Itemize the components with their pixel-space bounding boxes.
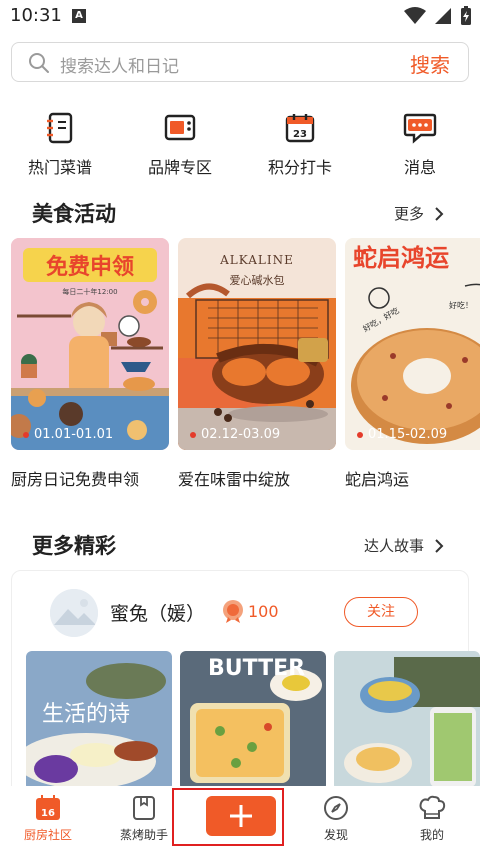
quick-link-messages[interactable]: 消息: [360, 110, 480, 180]
event-illustration: ALKALINE 爱心碱水包: [178, 238, 336, 450]
search-button[interactable]: 搜索: [410, 49, 450, 78]
photo-caption: BUTTER: [208, 656, 305, 681]
tab-discover[interactable]: 发现: [288, 786, 384, 852]
event-card[interactable]: ALKALINE 爱心碱水包 02.12-03.09 爱在味雷中绽放: [178, 238, 336, 490]
quick-links: 热门菜谱 品牌专区 23 积分打卡 消息: [0, 110, 480, 180]
story-photos: 生活的诗 BUTTER: [26, 651, 480, 791]
svg-text:蛇启鸿运: 蛇启鸿运: [353, 244, 449, 272]
search-bar[interactable]: 搜索达人和日记 搜索: [11, 42, 469, 82]
points-value: 100: [248, 601, 279, 621]
recipe-book-icon: [42, 110, 78, 146]
event-date: 01.01-01.01: [23, 427, 113, 442]
signal-icon: [435, 8, 451, 24]
svg-text:23: 23: [293, 129, 307, 140]
more-label: 更多: [393, 205, 424, 223]
calendar-icon: 16: [34, 794, 62, 822]
banner-subtext: 爱心碱水包: [230, 274, 285, 287]
calendar-icon: 23: [282, 110, 318, 146]
battery-icon: [461, 6, 471, 25]
event-illustration: 蛇启鸿运 好吃，好吃 好吃！: [345, 238, 480, 450]
event-date: 02.12-03.09: [190, 427, 280, 442]
notification-icon: A: [72, 9, 86, 23]
points-badge: 100: [222, 599, 279, 623]
follow-button[interactable]: 关注: [344, 597, 418, 627]
status-icons: [404, 6, 472, 26]
message-icon: [402, 110, 438, 146]
tab-label: 发现: [323, 828, 348, 842]
event-image: ALKALINE 爱心碱水包 02.12-03.09: [178, 238, 336, 450]
section-title-food-events: 美食活动: [32, 202, 116, 226]
chevron-right-icon: [435, 206, 444, 221]
more-label: 达人故事: [363, 537, 424, 555]
event-title: 爱在味雷中绽放: [178, 470, 291, 489]
food-events-carousel[interactable]: 免费申领 每日二十年12:00 01.01-01.01 厨房日记免费申领 ALK…: [11, 238, 480, 498]
story-photo[interactable]: [334, 651, 480, 791]
quick-link-brands[interactable]: 品牌专区: [120, 110, 240, 180]
tab-kitchen-community[interactable]: 16 厨房社区: [0, 786, 96, 852]
add-button-highlight: [172, 788, 284, 846]
medal-icon: [223, 600, 243, 623]
section-title-more-highlights: 更多精彩: [32, 534, 116, 558]
expert-stories-link[interactable]: 达人故事: [364, 535, 444, 556]
event-image: 蛇启鸿运 好吃，好吃 好吃！ 01.15-02.09: [345, 238, 480, 450]
quick-link-label: 消息: [403, 158, 436, 177]
banner-text: ALKALINE: [219, 253, 294, 267]
event-title: 厨房日记免费申领: [11, 470, 140, 489]
event-title: 蛇启鸿运: [345, 470, 410, 489]
avatar[interactable]: [50, 589, 98, 637]
tab-mine[interactable]: 我的: [384, 786, 480, 852]
quick-link-label: 热门菜谱: [27, 158, 92, 177]
event-illustration: 免费申领 每日二十年12:00: [11, 238, 169, 450]
svg-text:每日二十年12:00: 每日二十年12:00: [62, 287, 117, 296]
tab-label: 蒸烤助手: [119, 828, 168, 842]
wifi-icon: [404, 7, 426, 24]
add-post-button[interactable]: [206, 796, 276, 836]
chef-hat-icon: [418, 794, 446, 822]
username[interactable]: 蜜兔（媛）: [110, 599, 205, 626]
chevron-right-icon: [435, 538, 444, 553]
tab-label: 厨房社区: [23, 828, 72, 842]
event-image: 免费申领 每日二十年12:00 01.01-01.01: [11, 238, 169, 450]
event-card[interactable]: 免费申领 每日二十年12:00 01.01-01.01 厨房日记免费申领: [11, 238, 169, 490]
photo-caption: 生活的诗: [42, 702, 130, 727]
calendar-day: 16: [41, 808, 55, 819]
status-time: 10:31: [10, 5, 62, 26]
story-photo[interactable]: 生活的诗: [26, 651, 172, 791]
event-date: 01.15-02.09: [357, 427, 447, 442]
search-icon: [29, 53, 49, 73]
svg-text:好吃！: 好吃！: [449, 300, 473, 310]
quick-link-label: 品牌专区: [147, 158, 212, 177]
event-card[interactable]: 蛇启鸿运 好吃，好吃 好吃！ 01.15-02.09 蛇启鸿运: [345, 238, 480, 490]
story-photo[interactable]: BUTTER: [180, 651, 326, 791]
compass-icon: [322, 794, 350, 822]
quick-link-label: 积分打卡: [267, 158, 332, 177]
status-bar: 10:31 A: [0, 0, 480, 34]
quick-link-checkin[interactable]: 23 积分打卡: [240, 110, 360, 180]
oven-icon: [162, 110, 198, 146]
search-input[interactable]: 搜索达人和日记: [60, 52, 179, 77]
quick-link-recipes[interactable]: 热门菜谱: [0, 110, 120, 180]
tab-label: 我的: [419, 828, 444, 842]
svg-text:免费申领: 免费申领: [46, 254, 134, 280]
food-events-more-link[interactable]: 更多: [394, 203, 444, 224]
story-card[interactable]: 蜜兔（媛） 100 关注 生活的诗 BUTTER: [11, 570, 480, 800]
notebook-icon: [130, 794, 158, 822]
plus-icon: [230, 805, 252, 827]
